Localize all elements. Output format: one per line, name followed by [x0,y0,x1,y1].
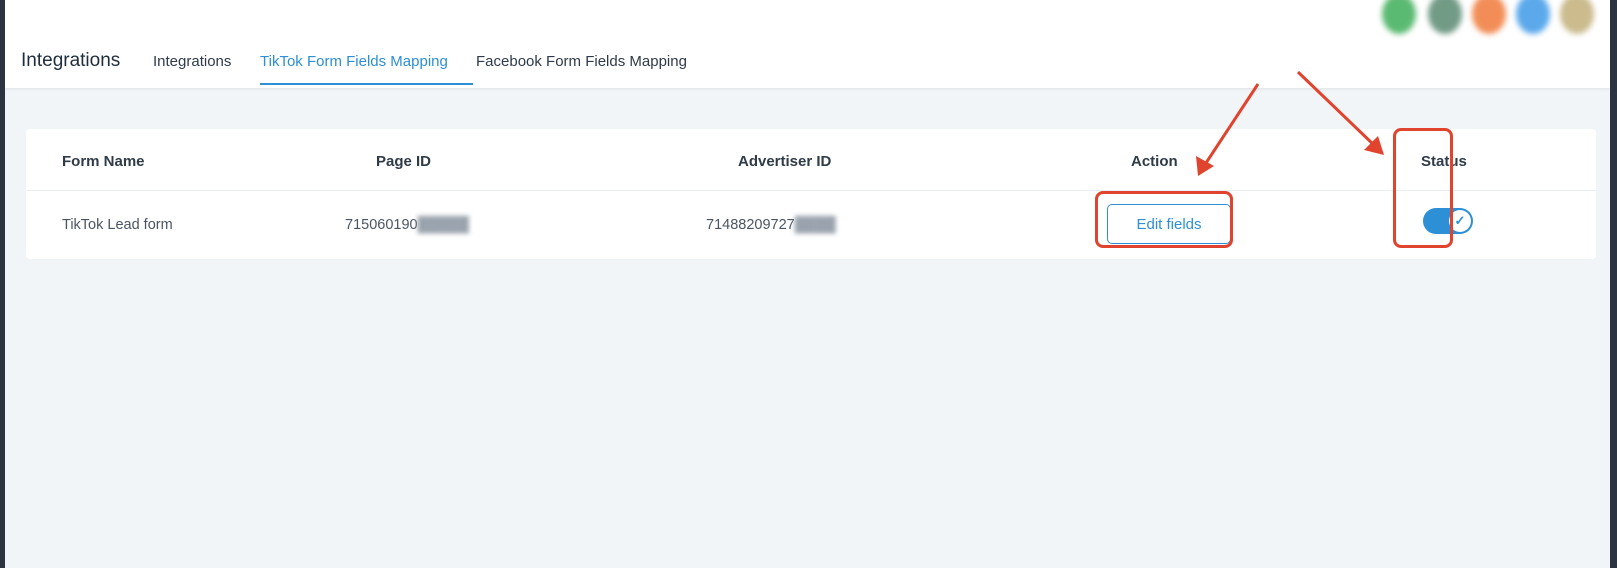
page-id-cell: 715060190█████ [345,217,469,233]
tab-facebook-form-fields-mapping[interactable]: Facebook Form Fields Mapping [476,53,687,70]
tab-integrations[interactable]: Integrations [153,53,231,70]
page: Integrations Integrations TikTok Form Fi… [5,0,1617,568]
form-mapping-table: Form Name Page ID Advertiser ID Action S… [26,129,1596,259]
column-header-form-name: Form Name [62,153,145,170]
advertiser-id-redacted: ████ [794,217,836,233]
page-title: Integrations [21,50,121,71]
avatar[interactable] [1382,0,1416,34]
annotation-box-edit-fields [1095,191,1233,248]
header-divider [26,190,1596,191]
column-header-action: Action [1131,153,1178,170]
form-name-cell: TikTok Lead form [62,217,173,233]
active-tab-indicator [260,83,473,85]
tab-tiktok-form-fields-mapping[interactable]: TikTok Form Fields Mapping [260,53,448,70]
advertiser-id-value: 71488209727 [706,217,795,233]
avatar[interactable] [1560,0,1594,34]
annotation-box-status [1393,128,1453,248]
avatar[interactable] [1516,0,1550,34]
window-edge [1610,0,1617,568]
advertiser-id-cell: 71488209727████ [706,217,836,233]
avatar[interactable] [1428,0,1462,34]
avatar[interactable] [1472,0,1506,34]
page-id-redacted: █████ [417,217,469,233]
page-id-value: 715060190 [345,217,418,233]
top-bar: Integrations Integrations TikTok Form Fi… [5,0,1610,88]
column-header-advertiser-id: Advertiser ID [738,153,832,170]
column-header-page-id: Page ID [376,153,432,170]
